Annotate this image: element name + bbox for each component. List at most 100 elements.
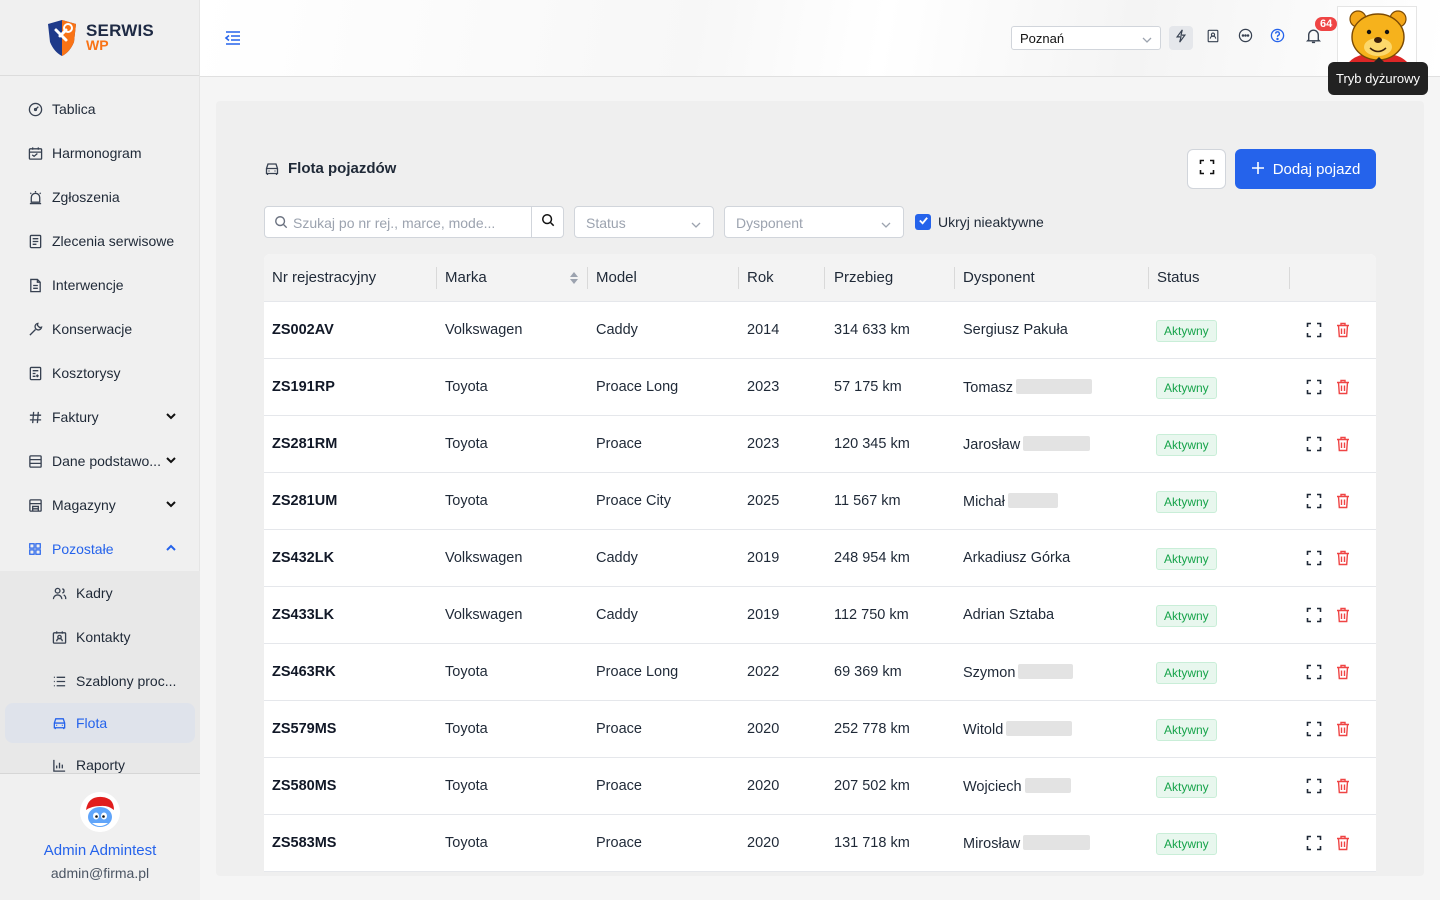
table-row[interactable]: ZS433LK Volkswagen Caddy 2019 112 750 km Adri… <box>264 587 1376 644</box>
cell-plate-text: ZS002AV <box>272 322 334 338</box>
trash-icon[interactable] <box>1336 379 1350 395</box>
sidebar-item-zlecenia-serwisowe[interactable]: Zlecenia serwisowe <box>0 219 200 263</box>
expand-icon[interactable] <box>1306 664 1322 680</box>
expand-icon[interactable] <box>1306 379 1322 395</box>
hide-inactive-label[interactable]: Ukryj nieaktywne <box>938 214 1044 230</box>
cell-brand: Toyota <box>445 493 488 509</box>
sidebar-item-kadry[interactable]: Kadry <box>0 571 200 615</box>
expand-icon[interactable] <box>1306 550 1322 566</box>
sidebar-item-zgloszenia[interactable]: Zgłoszenia <box>0 175 200 219</box>
cell-year-text: 2022 <box>747 664 780 680</box>
trash-icon[interactable] <box>1336 721 1350 737</box>
city-select[interactable]: Poznań <box>1011 26 1161 50</box>
expand-icon[interactable] <box>1306 835 1322 851</box>
cell-mileage-text: 248 954 km <box>834 550 910 566</box>
sidebar-item-faktury[interactable]: Faktury <box>0 395 200 439</box>
cell-dispatcher: Witold <box>963 721 1073 738</box>
column-header-status[interactable]: Status <box>1157 269 1200 286</box>
sidebar-item-kontakty[interactable]: Kontakty <box>0 615 200 659</box>
menu-collapse-icon[interactable] <box>223 28 243 48</box>
messages-button[interactable] <box>1233 26 1257 50</box>
trash-icon[interactable] <box>1336 664 1350 680</box>
sidebar-item-magazyny[interactable]: Magazyny <box>0 483 200 527</box>
cell-brand: Volkswagen <box>445 607 522 623</box>
dispatcher-select[interactable]: Dysponent <box>724 206 904 238</box>
table-row[interactable]: ZS002AV Volkswagen Caddy 2014 314 633 km Serg… <box>264 302 1376 359</box>
cell-dispatcher-text: Wojciech <box>963 779 1022 795</box>
column-header-brand[interactable]: Marka <box>445 269 487 286</box>
sidebar-item-label: Flota <box>76 715 108 731</box>
chevron-down-icon[interactable] <box>164 453 178 467</box>
chevron-up-icon[interactable] <box>164 541 178 555</box>
sidebar-item-kosztorysy[interactable]: Kosztorysy <box>0 351 200 395</box>
table-row[interactable]: ZS579MS Toyota Proace 2020 252 778 km Witold A… <box>264 701 1376 758</box>
sidebar-item-interwencje[interactable]: Interwencje <box>0 263 200 307</box>
trash-icon[interactable] <box>1336 550 1350 566</box>
sidebar-item-flota[interactable]: Flota <box>5 703 195 743</box>
user-name[interactable]: Admin Admintest <box>0 842 200 859</box>
sidebar-item-raporty[interactable]: Raporty <box>0 743 200 773</box>
help-button[interactable] <box>1265 26 1289 50</box>
sidebar-item-harmonogram[interactable]: Harmonogram <box>0 131 200 175</box>
table-row[interactable]: ZS580MS Toyota Proace 2020 207 502 km Wojciec… <box>264 758 1376 815</box>
table-row[interactable]: ZS281UM Toyota Proace City 2025 11 567 km Mic… <box>264 473 1376 530</box>
expand-icon[interactable] <box>1306 607 1322 623</box>
sidebar-item-tablica[interactable]: Tablica <box>0 87 200 131</box>
list-icon <box>50 672 68 690</box>
chevron-down-icon[interactable] <box>164 497 178 511</box>
trash-icon[interactable] <box>1336 778 1350 794</box>
expand-icon[interactable] <box>1306 778 1322 794</box>
table-row[interactable]: ZS432LK Volkswagen Caddy 2019 248 954 km Arka… <box>264 530 1376 587</box>
cell-model: Proace Long <box>596 664 678 680</box>
sidebar-item-label: Faktury <box>52 409 99 425</box>
table-row[interactable]: ZS463RK Toyota Proace Long 2022 69 369 km Szy… <box>264 644 1376 701</box>
sidebar-item-konserwacje[interactable]: Konserwacje <box>0 307 200 351</box>
cell-dispatcher: Adrian Sztaba <box>963 607 1054 623</box>
column-header-model[interactable]: Model <box>596 269 637 286</box>
column-header-plate[interactable]: Nr rejestracyjny <box>272 269 376 286</box>
search-button[interactable] <box>531 206 563 238</box>
column-header-mileage[interactable]: Przebieg <box>834 269 893 286</box>
cell-model-text: Caddy <box>596 322 638 338</box>
sidebar-item-pozostale[interactable]: Pozostałe <box>0 527 200 571</box>
fullscreen-button[interactable] <box>1187 149 1226 189</box>
add-vehicle-button[interactable]: Dodaj pojazd <box>1235 149 1376 189</box>
chevron-down-icon[interactable] <box>164 409 178 423</box>
table-row[interactable]: ZS191RP Toyota Proace Long 2023 57 175 km Tom… <box>264 359 1376 416</box>
users-icon <box>50 584 68 602</box>
cell-brand-text: Volkswagen <box>445 322 523 338</box>
trash-icon[interactable] <box>1336 835 1350 851</box>
hide-inactive-checkbox[interactable] <box>915 214 931 230</box>
cell-brand-text: Volkswagen <box>445 550 523 566</box>
expand-icon[interactable] <box>1306 721 1322 737</box>
phonebook-button[interactable] <box>1201 26 1225 50</box>
filters-bar: Status Dysponent Ukryj nieaktywne <box>264 206 1376 238</box>
status-select[interactable]: Status <box>574 206 714 238</box>
sidebar-item-szablony[interactable]: Szablony proc... <box>0 659 200 703</box>
warehouse-icon <box>26 496 44 514</box>
trash-icon[interactable] <box>1336 607 1350 623</box>
duty-mode-button[interactable] <box>1169 26 1193 50</box>
expand-icon[interactable] <box>1306 493 1322 509</box>
expand-icon[interactable] <box>1306 436 1322 452</box>
logo[interactable]: SERWIS WP <box>0 0 199 76</box>
table-row[interactable]: ZS583MS Toyota Proace 2020 131 718 km Mirosła… <box>264 815 1376 872</box>
sidebar-item-label: Kadry <box>76 585 113 601</box>
expand-icon[interactable] <box>1306 322 1322 338</box>
table-row[interactable]: ZS281RM Toyota Proace 2023 120 345 km Jarosła… <box>264 416 1376 473</box>
search-input[interactable] <box>293 213 529 233</box>
cell-dispatcher-text: Michał <box>963 494 1005 510</box>
cell-mileage: 57 175 km <box>834 379 902 395</box>
sort-icon[interactable] <box>569 271 579 285</box>
column-header-year[interactable]: Rok <box>747 269 774 286</box>
user-avatar[interactable] <box>80 792 120 832</box>
cell-mileage-text: 120 345 km <box>834 436 910 452</box>
column-header-dispatcher[interactable]: Dysponent <box>963 269 1035 286</box>
sidebar-item-dane-podstawowe[interactable]: Dane podstawo... <box>0 439 200 483</box>
trash-icon[interactable] <box>1336 493 1350 509</box>
document-icon <box>26 276 44 294</box>
trash-icon[interactable] <box>1336 322 1350 338</box>
plus-icon <box>1251 160 1265 178</box>
trash-icon[interactable] <box>1336 436 1350 452</box>
user-profile[interactable]: Admin Admintest admin@firma.pl <box>0 773 200 900</box>
